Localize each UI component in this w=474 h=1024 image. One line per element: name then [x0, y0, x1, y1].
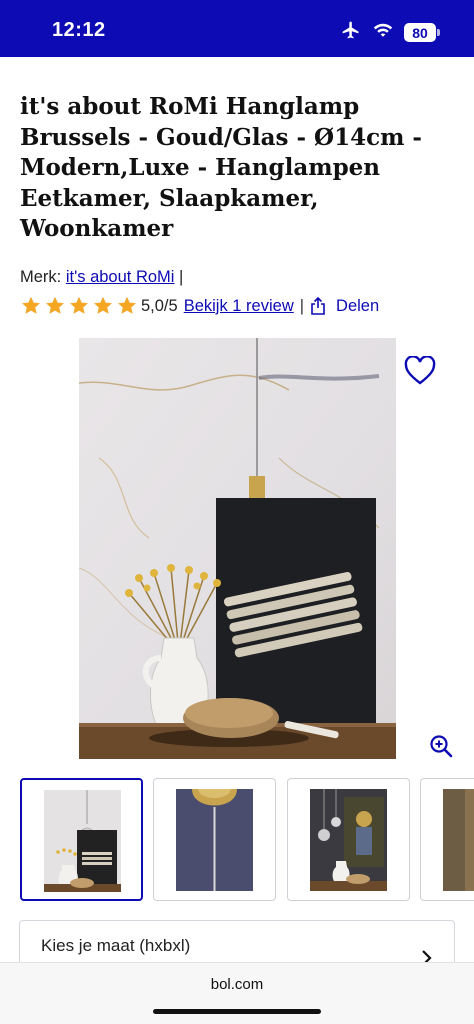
airplane-icon — [340, 20, 362, 45]
star-icon — [68, 295, 90, 317]
star-icon — [20, 295, 42, 317]
browser-bar: bol.com — [0, 962, 474, 1024]
wifi-icon — [372, 21, 394, 44]
status-time: 12:12 — [52, 19, 106, 41]
thumbnail-3[interactable] — [287, 778, 410, 901]
thumbnail-2[interactable] — [153, 778, 276, 901]
status-bar: 12:12 80 — [0, 0, 474, 57]
review-link[interactable]: Bekijk 1 review — [184, 297, 294, 316]
main-product-image[interactable] — [79, 338, 396, 759]
share-icon[interactable] — [310, 296, 326, 315]
battery-icon: 80 — [404, 23, 440, 42]
zoom-in-icon[interactable] — [429, 734, 453, 758]
product-title: it's about RoMi Hanglamp Brussels - Goud… — [20, 93, 422, 242]
rating-stars — [20, 295, 138, 317]
brand-link[interactable]: it's about RoMi — [66, 268, 175, 286]
star-icon — [44, 295, 66, 317]
share-button[interactable]: Delen — [336, 297, 379, 316]
size-selector-label: Kies je maat (hxbxl) — [41, 936, 191, 955]
home-indicator[interactable] — [153, 1009, 321, 1014]
battery-level: 80 — [404, 23, 436, 42]
star-icon — [92, 295, 114, 317]
star-icon — [116, 295, 138, 317]
breadcrumb-remnant — [20, 52, 160, 60]
brand-separator: | — [174, 268, 184, 286]
thumbnail-4[interactable] — [420, 778, 474, 901]
thumbnail-1[interactable] — [20, 778, 143, 901]
brand-row: Merk: it's about RoMi | — [20, 268, 183, 287]
status-icons: 80 — [340, 20, 440, 45]
rating-row: 5,0/5 Bekijk 1 review | Delen — [20, 295, 379, 317]
thumbnail-strip[interactable] — [20, 778, 474, 902]
rating-separator: | — [299, 296, 305, 315]
brand-prefix: Merk: — [20, 268, 66, 286]
favorite-heart-icon[interactable] — [404, 355, 436, 386]
rating-value: 5,0/5 — [141, 296, 178, 315]
url-field[interactable]: bol.com — [0, 976, 474, 993]
